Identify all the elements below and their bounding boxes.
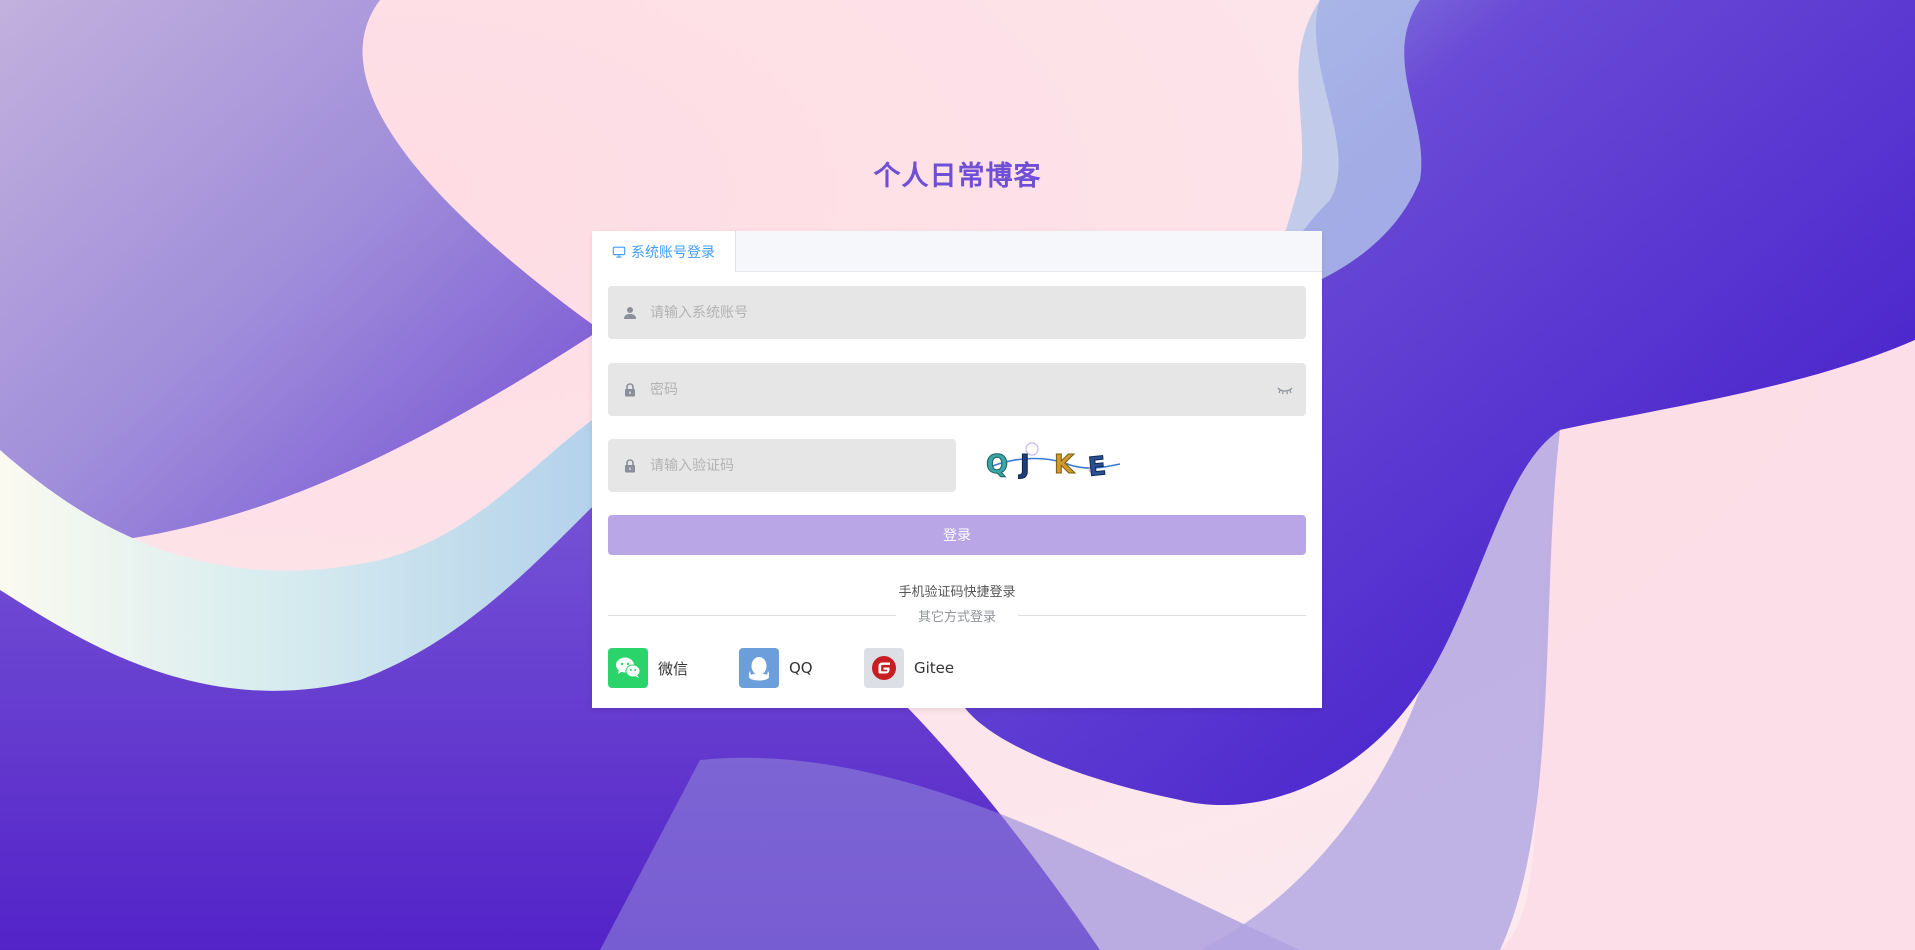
wechat-login[interactable]: 微信 <box>608 648 688 688</box>
gitee-login[interactable]: Gitee <box>864 648 954 688</box>
gitee-icon <box>864 648 904 688</box>
wechat-icon <box>608 648 648 688</box>
user-icon <box>622 305 638 321</box>
captcha-input[interactable] <box>648 456 956 475</box>
captcha-image[interactable]: Q J K E <box>980 437 1126 483</box>
eye-closed-icon[interactable] <box>1276 384 1294 396</box>
captcha-char-2: J <box>1018 450 1030 480</box>
qq-login[interactable]: QQ <box>739 648 813 688</box>
captcha-char-3: K <box>1054 450 1075 480</box>
qq-icon <box>739 648 779 688</box>
page-title: 个人日常博客 <box>873 161 1042 192</box>
password-field[interactable] <box>608 363 1306 416</box>
password-input[interactable] <box>648 380 1276 399</box>
tab-label: 系统账号登录 <box>631 244 715 261</box>
username-input[interactable] <box>648 303 1306 322</box>
lock-icon <box>622 382 638 398</box>
username-field[interactable] <box>608 286 1306 339</box>
wechat-label: 微信 <box>658 659 689 678</box>
captcha-char-4: E <box>1087 451 1108 483</box>
qq-label: QQ <box>789 659 813 677</box>
divider-line-right <box>1018 615 1306 616</box>
other-methods-divider: 其它方式登录 <box>608 606 1306 625</box>
lock-icon <box>622 458 638 474</box>
login-button[interactable]: 登录 <box>608 515 1306 555</box>
captcha-char-1: Q <box>986 450 1008 480</box>
sms-login-link[interactable]: 手机验证码快捷登录 <box>592 581 1322 600</box>
monitor-icon <box>612 246 626 258</box>
gitee-label: Gitee <box>914 659 955 677</box>
login-card: 系统账号登录 请输入系统账号 请输入验证码 Q J K E 登录 手机验证码快捷… <box>592 231 1322 708</box>
login-tabs: 系统账号登录 <box>592 231 1322 272</box>
captcha-field[interactable] <box>608 439 956 492</box>
tab-system-account[interactable]: 系统账号登录 <box>592 231 736 272</box>
